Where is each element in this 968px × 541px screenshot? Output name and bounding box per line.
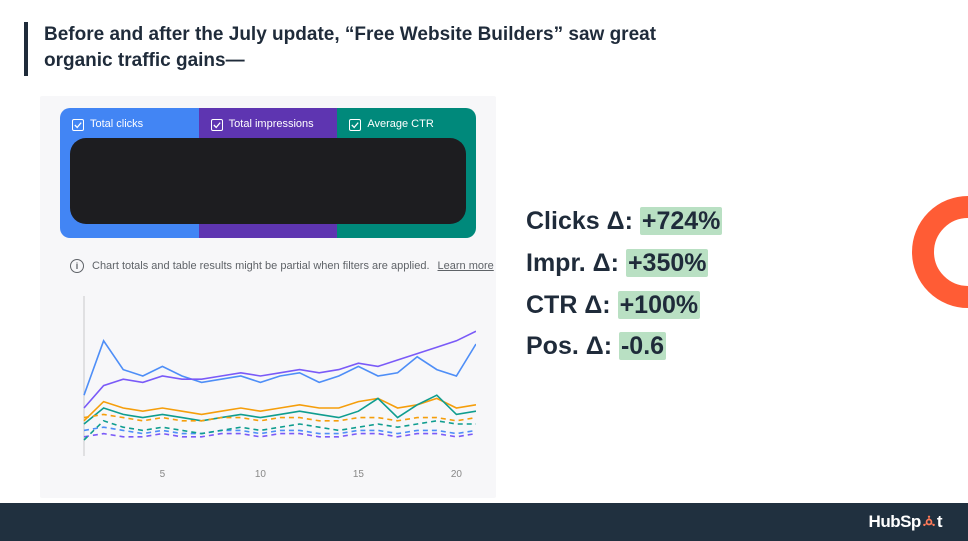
info-icon: i: [70, 259, 84, 273]
stats-block: Clicks Δ: +724% Impr. Δ: +350% CTR Δ: +1…: [526, 205, 722, 364]
info-row: i Chart totals and table results might b…: [70, 259, 494, 273]
x-tick: 10: [255, 469, 266, 480]
line-chart: 5101520: [78, 292, 476, 462]
title-block: Before and after the July update, “Free …: [24, 22, 664, 76]
stat-label: Impr. Δ:: [526, 249, 626, 277]
learn-more-link[interactable]: Learn more: [438, 260, 494, 272]
checkbox-icon: [72, 119, 84, 131]
title-accent-bar: [24, 22, 28, 76]
tab-label: Average CTR: [367, 118, 433, 130]
info-text: Chart totals and table results might be …: [92, 260, 430, 272]
sprocket-icon: [922, 515, 936, 529]
stat-ctr: CTR Δ: +100%: [526, 289, 722, 323]
redacted-block: [70, 138, 466, 224]
stat-value: -0.6: [619, 332, 666, 360]
gsc-card: Total clicks Total impressions Average C…: [40, 96, 496, 498]
footer-bar: HubSp t: [0, 503, 968, 541]
slide-title: Before and after the July update, “Free …: [44, 22, 664, 73]
logo-text-pre: HubSp: [869, 512, 921, 532]
x-tick: 20: [451, 469, 462, 480]
checkbox-icon: [211, 119, 223, 131]
slide: Before and after the July update, “Free …: [0, 0, 968, 541]
stat-value: +100%: [618, 291, 701, 319]
tab-label: Total impressions: [229, 118, 314, 130]
stat-label: Pos. Δ:: [526, 332, 619, 360]
logo-text-post: t: [937, 512, 942, 532]
stat-clicks: Clicks Δ: +724%: [526, 205, 722, 239]
stat-value: +350%: [626, 249, 709, 277]
tab-label: Total clicks: [90, 118, 143, 130]
stat-position: Pos. Δ: -0.6: [526, 330, 722, 364]
stat-value: +724%: [640, 207, 723, 235]
stat-label: CTR Δ:: [526, 291, 618, 319]
x-tick: 15: [353, 469, 364, 480]
stat-impressions: Impr. Δ: +350%: [526, 247, 722, 281]
stat-label: Clicks Δ:: [526, 207, 640, 235]
x-tick: 5: [160, 469, 166, 480]
orange-ring-icon: [912, 196, 968, 308]
hubspot-logo: HubSp t: [869, 512, 942, 532]
checkbox-icon: [349, 119, 361, 131]
